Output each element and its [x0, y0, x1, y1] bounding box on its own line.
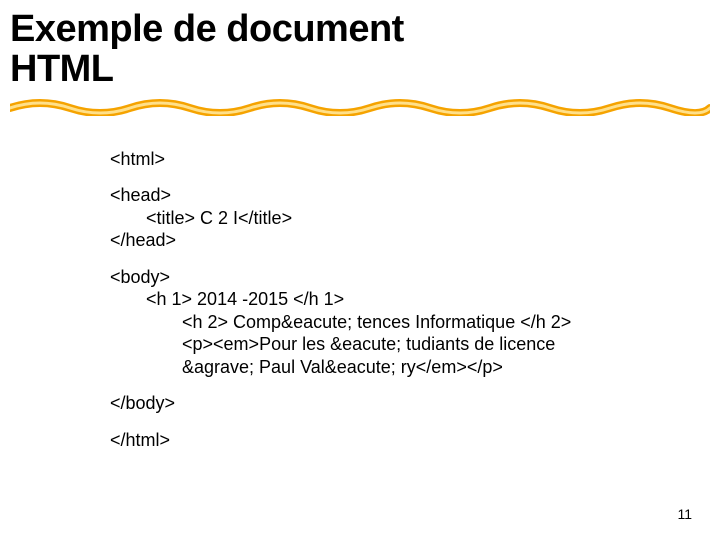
code-line-html-close: </html> [110, 429, 670, 452]
title-line-2: HTML [10, 50, 710, 90]
title-line-1: Exemple de document [10, 10, 710, 50]
slide: Exemple de document HTML <html> <head> <… [0, 0, 720, 540]
code-line-head-close: </head> [110, 229, 670, 252]
code-line-html-open: <html> [110, 148, 670, 171]
code-content: <html> <head> <title> C 2 I</title> </he… [110, 148, 670, 452]
code-line-title: <title> C 2 I</title> [110, 207, 670, 230]
code-line-h1: <h 1> 2014 -2015 </h 1> [110, 288, 670, 311]
code-block-head: <head> <title> C 2 I</title> </head> [110, 184, 670, 252]
code-line-p1: <p><em>Pour les &eacute; tudiants de lic… [110, 333, 670, 356]
wavy-underline-icon [10, 94, 710, 116]
code-line-body-close: </body> [110, 392, 670, 415]
code-line-body-open: <body> [110, 266, 670, 289]
code-line-p2: &agrave; Paul Val&eacute; ry</em></p> [110, 356, 670, 379]
title-underline [10, 94, 710, 116]
code-line-h2: <h 2> Comp&eacute; tences Informatique <… [110, 311, 670, 334]
slide-title: Exemple de document HTML [10, 10, 710, 90]
code-block-body: <body> <h 1> 2014 -2015 </h 1> <h 2> Com… [110, 266, 670, 379]
page-number: 11 [677, 506, 692, 522]
code-line-head-open: <head> [110, 184, 670, 207]
